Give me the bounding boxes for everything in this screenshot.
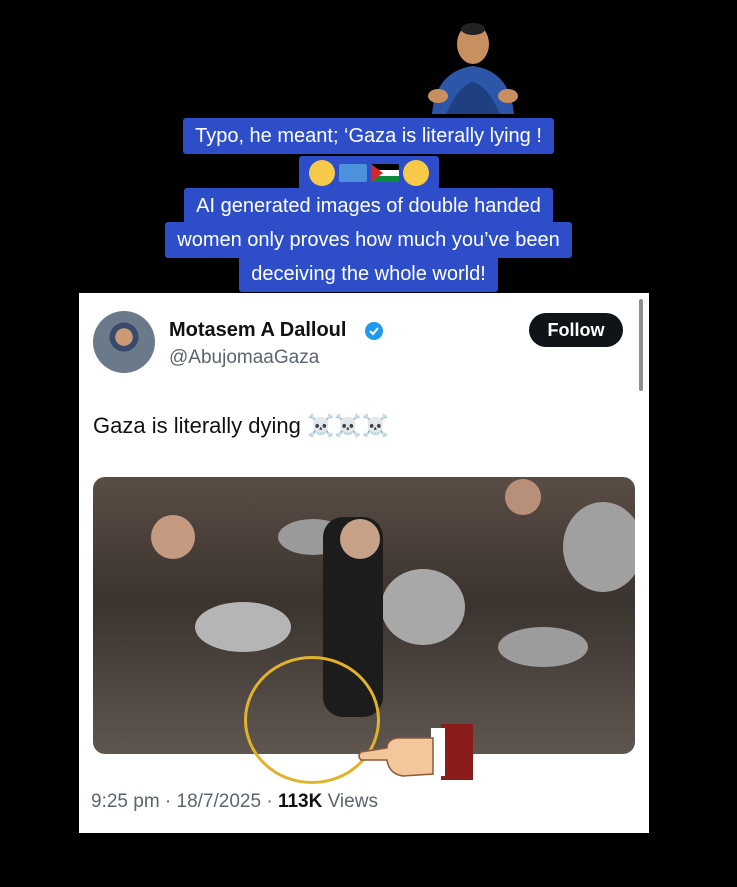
- follow-button[interactable]: Follow: [529, 313, 623, 347]
- tweet-meta: 9:25 pm · 18/7/2025 · 113K Views: [91, 791, 378, 813]
- thinking-face-icon: [402, 160, 429, 186]
- scrollbar[interactable]: [639, 299, 643, 391]
- views-count: 113K: [277, 791, 323, 812]
- author-handle[interactable]: @AbujomaaGaza: [169, 347, 319, 369]
- caption-line-4: deceiving the whole world!: [239, 256, 498, 292]
- profile-avatar[interactable]: [93, 311, 155, 373]
- pointing-hand-icon: [358, 724, 473, 780]
- caption-line-1: Typo, he meant; ‘Gaza is literally lying…: [183, 118, 554, 154]
- thinking-face-icon: [308, 160, 335, 186]
- emoji-row: [298, 156, 439, 190]
- cartoon-man-avatar: [428, 23, 518, 114]
- caption-line-3: women only proves how much you’ve been: [165, 222, 572, 258]
- un-flag-icon: [338, 164, 367, 182]
- caption-line-2: AI generated images of double handed: [184, 188, 553, 224]
- tweet-text: Gaza is literally dying ☠️☠️☠️: [93, 413, 390, 438]
- author-name[interactable]: Motasem A Dalloul: [169, 319, 346, 342]
- views-label: Views: [322, 791, 378, 812]
- palestine-flag-icon: [370, 164, 399, 182]
- verified-badge-icon: [365, 322, 383, 340]
- tweet-timestamp[interactable]: 9:25 pm · 18/7/2025 ·: [91, 791, 278, 812]
